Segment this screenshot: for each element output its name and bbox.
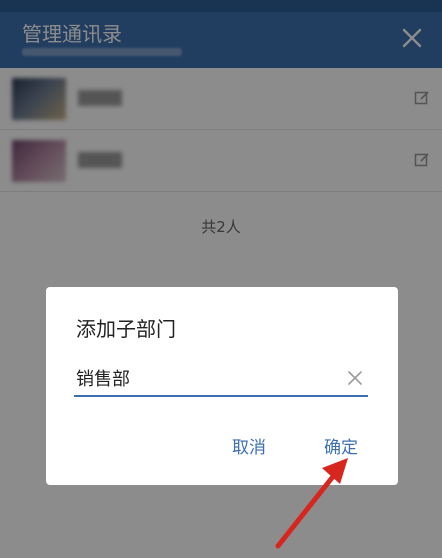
add-subdepartment-dialog: 添加子部门 销售部 取消 确定 — [46, 287, 398, 485]
confirm-button[interactable]: 确定 — [324, 433, 358, 458]
department-name-input[interactable]: 销售部 — [74, 361, 368, 397]
department-name-value: 销售部 — [76, 369, 130, 390]
dialog-title: 添加子部门 — [76, 317, 176, 341]
cancel-button[interactable]: 取消 — [232, 433, 266, 458]
clear-icon[interactable] — [346, 369, 364, 387]
